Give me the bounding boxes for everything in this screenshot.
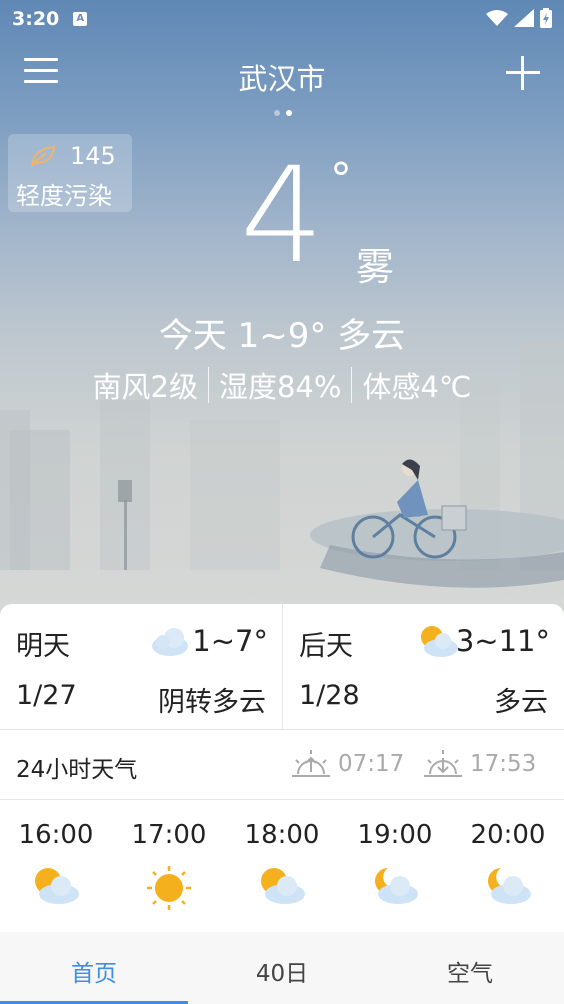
status-time: 3:20	[12, 8, 60, 30]
battery-icon	[540, 8, 552, 28]
sunrise: 07:17	[292, 750, 404, 778]
divider	[207, 367, 209, 403]
signal-icon	[514, 9, 534, 27]
bottom-tab-bar: 首页 40日 空气	[0, 932, 564, 1004]
degree-symbol: °	[330, 154, 352, 205]
tab-home[interactable]: 首页	[0, 932, 188, 1004]
current-temperature: 4	[240, 139, 324, 293]
today-summary: 今天 1~9° 多云	[158, 316, 406, 356]
sunrise-time: 07:17	[338, 751, 405, 777]
forecast-temp-range: 1~7°	[192, 624, 268, 658]
forecast-day: 后天	[299, 631, 353, 662]
page-indicator	[274, 110, 292, 116]
forecast-day-after[interactable]: 后天 3~11° 1/28 多云	[282, 604, 564, 730]
weather-details: 南风2级 湿度84% 体感4℃	[0, 364, 564, 406]
forecast-desc: 阴转多云	[158, 687, 266, 718]
hour-time: 19:00	[357, 820, 433, 850]
sunset-time: 17:53	[470, 751, 537, 777]
leaf-icon	[30, 145, 56, 167]
forecast-desc: 多云	[494, 687, 548, 718]
sunrise-icon	[292, 750, 330, 777]
partly-cloudy-icon	[421, 626, 458, 657]
page-dot	[274, 110, 280, 116]
tab-40-days[interactable]: 40日	[188, 932, 376, 1004]
hour-item: 17:00	[113, 820, 225, 914]
aqi-value: 145	[70, 142, 116, 170]
hourly-forecast: 16:00 17:00 18:00 19:00 20:00	[0, 800, 564, 936]
cloudy-icon	[152, 628, 188, 656]
hour-time: 17:00	[131, 820, 207, 850]
aqi-label: 轻度污染	[16, 182, 112, 210]
hourly-title: 24小时天气	[16, 757, 138, 783]
status-bar: 3:20 A	[0, 0, 564, 38]
daily-forecast: 明天 1~7° 1/27 阴转多云 后天 3~11° 1/28 多云	[0, 604, 564, 730]
app-bar: 武汉市	[0, 50, 564, 98]
hour-item: 19:00	[339, 820, 451, 910]
tab-air[interactable]: 空气	[376, 932, 564, 1004]
wind-info: 南风2级	[92, 370, 198, 404]
feels-like-info: 体感4℃	[362, 370, 472, 404]
current-condition: 雾	[356, 245, 395, 289]
forecast-date: 1/27	[16, 680, 77, 711]
hour-item: 16:00	[0, 820, 112, 910]
notification-icon: A	[73, 12, 88, 26]
air-quality-badge[interactable]: 145 轻度污染	[8, 134, 132, 212]
divider	[351, 367, 353, 403]
sunny-icon	[147, 866, 191, 910]
sunset-icon	[424, 750, 462, 777]
page-dot-active	[286, 110, 292, 116]
hour-time: 16:00	[18, 820, 94, 850]
hour-item: 18:00	[226, 820, 338, 910]
add-city-button[interactable]	[506, 56, 540, 90]
city-title: 武汉市	[238, 62, 326, 96]
sunset: 17:53	[424, 750, 536, 778]
forecast-date: 1/28	[299, 680, 360, 711]
moon-cloudy-icon	[375, 868, 418, 904]
forecast-temp-range: 3~11°	[455, 624, 550, 658]
forecast-tomorrow[interactable]: 明天 1~7° 1/27 阴转多云	[0, 604, 282, 730]
wifi-icon	[486, 10, 508, 26]
partly-cloudy-icon	[35, 868, 79, 904]
forecast-day: 明天	[16, 631, 70, 662]
partly-cloudy-icon	[261, 868, 305, 904]
moon-cloudy-icon	[488, 868, 531, 904]
hourly-header: 24小时天气 07:17 17:53	[0, 730, 564, 800]
humidity-info: 湿度84%	[218, 370, 342, 404]
hour-time: 20:00	[470, 820, 546, 850]
hour-item: 20:00	[452, 820, 564, 910]
hour-time: 18:00	[244, 820, 320, 850]
